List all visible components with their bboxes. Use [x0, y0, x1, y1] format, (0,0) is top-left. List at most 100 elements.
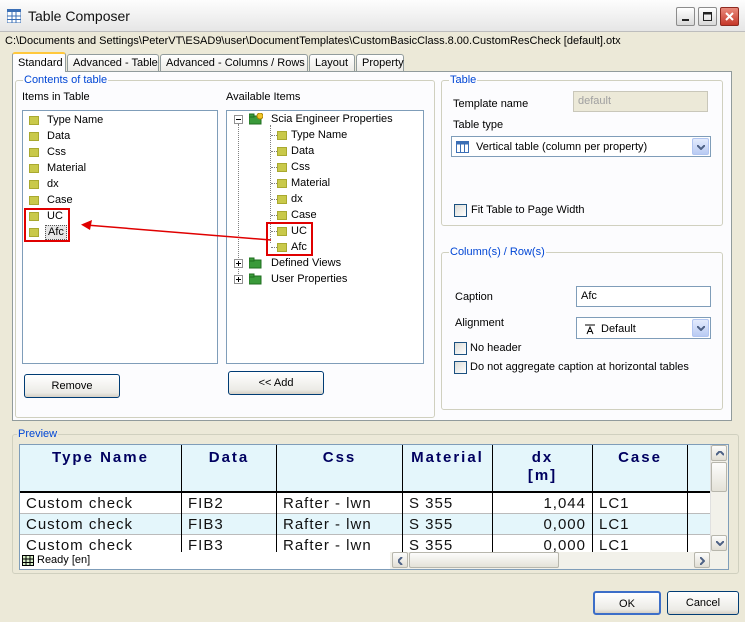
remove-button[interactable]: Remove [24, 374, 120, 398]
table-group: Table Template name default Table type V… [441, 74, 723, 226]
tab-property[interactable]: Property [356, 54, 404, 71]
table-cell: FIB2 [182, 493, 277, 514]
no-aggregate-label: Do not aggregate caption at horizontal t… [470, 361, 689, 373]
standard-tab-page: Contents of table Items in Table Availab… [12, 71, 732, 421]
property-square-icon [29, 164, 39, 173]
table-cell: Custom check [20, 514, 182, 535]
alignment-select[interactable]: Default [576, 317, 711, 339]
close-icon [725, 12, 734, 21]
chevron-down-icon [716, 541, 724, 546]
table-app-icon [7, 9, 21, 23]
preview-header-row: Type Name Data Css Material dx [m] Case [20, 445, 710, 493]
tab-advanced-columns-rows[interactable]: Advanced - Columns / Rows [160, 54, 308, 71]
scroll-right-button[interactable] [694, 552, 710, 568]
header-cell: Data [182, 445, 277, 491]
drag-arrow-icon [81, 220, 272, 241]
chevron-up-icon [716, 451, 724, 456]
window-title: Table Composer [28, 8, 130, 24]
table-cell: Rafter - lwn [277, 514, 403, 535]
minimize-icon [682, 19, 689, 21]
preview-group: Preview Type Name Data Css Material dx [m… [12, 428, 739, 574]
properties-folder-icon [249, 113, 263, 125]
chevron-left-icon [398, 557, 403, 565]
status-grid-icon [22, 555, 34, 566]
table-type-label: Table type [453, 119, 504, 131]
table-cell: LC1 [593, 493, 688, 514]
property-square-icon [29, 196, 39, 205]
scroll-down-button[interactable] [711, 535, 727, 551]
preview-status-bar: Ready [en] [20, 552, 390, 569]
tree-root[interactable]: Scia Engineer Properties [271, 112, 393, 127]
collapse-icon[interactable] [234, 115, 243, 124]
column-row-group-title: Column(s) / Row(s) [449, 246, 546, 258]
alignment-dropdown-button[interactable] [692, 319, 709, 337]
property-square-icon [277, 179, 287, 188]
table-cell: 0,000 [493, 514, 593, 535]
header-cell: dx [m] [493, 445, 593, 491]
header-cell: Case [593, 445, 688, 491]
header-cell: Css [277, 445, 403, 491]
table-row: Custom check FIB3 Rafter - lwn S 355 0,0… [20, 514, 710, 535]
horizontal-scroll-thumb[interactable] [409, 552, 559, 568]
template-name-label: Template name [453, 98, 529, 110]
chevron-down-icon [697, 145, 705, 150]
property-square-icon [29, 180, 39, 189]
title-bar[interactable]: Table Composer [0, 0, 745, 32]
column-row-group: Column(s) / Row(s) Caption Afc Alignment… [441, 246, 723, 410]
caption-label: Caption [455, 291, 493, 303]
tab-advanced-table[interactable]: Advanced - Table [67, 54, 159, 71]
cancel-button[interactable]: Cancel [667, 591, 739, 615]
ok-button[interactable]: OK [593, 591, 661, 615]
status-text: Ready [en] [37, 554, 91, 566]
ok-button-label: OK [619, 598, 635, 610]
tab-standard[interactable]: Standard [12, 52, 66, 72]
alignment-value: Default [601, 323, 636, 335]
text-align-icon [585, 324, 595, 335]
table-cell: Custom check [20, 493, 182, 514]
no-aggregate-checkbox[interactable] [454, 361, 467, 374]
minimize-button[interactable] [676, 7, 695, 26]
table-type-select[interactable]: Vertical table (column per property) [451, 136, 711, 157]
expand-icon[interactable] [234, 259, 243, 268]
template-name-field[interactable]: default [573, 91, 708, 112]
table-cell: LC1 [593, 514, 688, 535]
table-type-value: Vertical table (column per property) [476, 141, 648, 153]
maximize-icon [703, 12, 712, 21]
remove-button-label: Remove [51, 380, 93, 392]
property-square-icon [29, 132, 39, 141]
vertical-table-icon [456, 141, 469, 153]
property-square-icon [29, 148, 39, 157]
table-group-title: Table [449, 74, 478, 86]
no-header-checkbox[interactable] [454, 342, 467, 355]
tree-item-defined-views[interactable]: Defined Views [271, 256, 341, 271]
scroll-left-button[interactable] [392, 552, 408, 568]
tab-layout[interactable]: Layout [309, 54, 355, 71]
close-button[interactable] [720, 7, 739, 26]
available-items-label: Available Items [226, 91, 301, 103]
table-cell: S 355 [403, 514, 493, 535]
caption-field[interactable]: Afc [576, 286, 711, 307]
alignment-label: Alignment [455, 317, 504, 329]
fit-to-page-checkbox[interactable] [454, 204, 467, 217]
table-cell: FIB3 [182, 514, 277, 535]
table-cell: 1,044 [493, 493, 593, 514]
scroll-up-button[interactable] [711, 445, 727, 461]
preview-vertical-scrollbar[interactable] [710, 445, 728, 552]
table-type-dropdown-button[interactable] [692, 138, 709, 155]
property-square-icon [277, 131, 287, 140]
views-folder-icon [249, 257, 262, 269]
user-properties-folder-icon [249, 273, 262, 285]
highlight-box-items [24, 208, 70, 242]
cancel-button-label: Cancel [685, 597, 721, 609]
file-path: C:\Documents and Settings\PeterVT\ESAD9\… [5, 35, 621, 47]
property-square-icon [277, 163, 287, 172]
chevron-down-icon [697, 326, 705, 331]
items-in-table-label: Items in Table [22, 91, 90, 103]
expand-icon[interactable] [234, 275, 243, 284]
maximize-button[interactable] [698, 7, 717, 26]
tree-item-user-properties[interactable]: User Properties [271, 272, 347, 287]
preview-table[interactable]: Type Name Data Css Material dx [m] Case C… [19, 444, 729, 570]
property-square-icon [277, 195, 287, 204]
vertical-scroll-thumb[interactable] [711, 462, 727, 492]
add-button[interactable]: << Add [228, 371, 324, 395]
